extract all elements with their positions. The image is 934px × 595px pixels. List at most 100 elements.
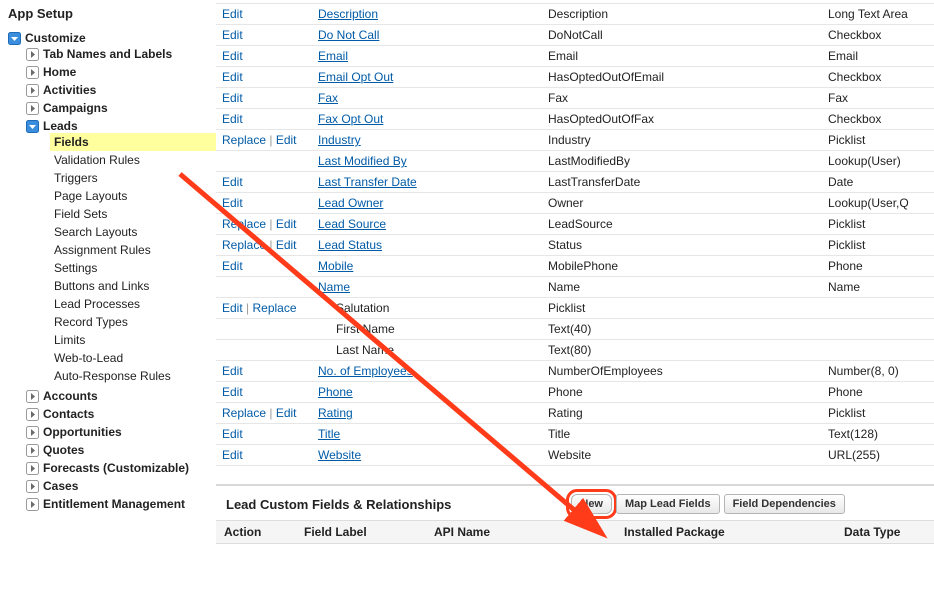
edit-link[interactable]: Edit — [276, 217, 297, 231]
data-type-cell: Lookup(User,Q — [822, 193, 934, 214]
sidebar-leaf[interactable]: Record Types — [54, 313, 216, 331]
field-label-link[interactable]: Lead Status — [318, 238, 382, 252]
collapse-toggle-icon[interactable] — [26, 120, 39, 133]
data-type-cell: Number(8, 0) — [822, 361, 934, 382]
field-dependencies-button[interactable]: Field Dependencies — [724, 494, 845, 514]
sidebar-item[interactable]: Entitlement Management — [43, 497, 185, 511]
sidebar-leaf[interactable]: Auto-Response Rules — [54, 367, 216, 385]
sidebar-leaf[interactable]: Lead Processes — [54, 295, 216, 313]
map-lead-fields-button[interactable]: Map Lead Fields — [616, 494, 720, 514]
api-name-cell: Fax — [542, 88, 822, 109]
field-label-link[interactable]: Email — [318, 49, 348, 63]
expand-toggle-icon[interactable] — [26, 390, 39, 403]
edit-link[interactable]: Edit — [222, 91, 243, 105]
sidebar-item[interactable]: Contacts — [43, 407, 94, 421]
edit-link[interactable]: Edit — [222, 301, 243, 315]
table-row: EditLast Transfer DateLastTransferDateDa… — [216, 172, 934, 193]
sidebar-leaf[interactable]: Web-to-Lead — [54, 349, 216, 367]
field-label-cell: Industry — [312, 130, 542, 151]
table-row: EditFax Opt OutHasOptedOutOfFaxCheckbox — [216, 109, 934, 130]
expand-toggle-icon[interactable] — [26, 66, 39, 79]
field-label-link[interactable]: Industry — [318, 133, 361, 147]
edit-link[interactable]: Edit — [222, 7, 243, 21]
data-type-cell — [822, 319, 934, 340]
field-label-link[interactable]: Last Transfer Date — [318, 175, 417, 189]
row-actions: Edit — [216, 256, 312, 277]
sidebar-item[interactable]: Forecasts (Customizable) — [43, 461, 189, 475]
custom-fields-header: Lead Custom Fields & Relationships New M… — [216, 484, 934, 520]
data-type-cell: Text(128) — [822, 424, 934, 445]
field-label-link[interactable]: Lead Owner — [318, 196, 383, 210]
edit-link[interactable]: Edit — [222, 196, 243, 210]
sidebar-item[interactable]: Campaigns — [43, 101, 108, 115]
api-name-cell: LeadSource — [542, 214, 822, 235]
sidebar-item[interactable]: Cases — [43, 479, 78, 493]
edit-link[interactable]: Edit — [222, 385, 243, 399]
field-label-link[interactable]: Description — [318, 7, 378, 21]
expand-toggle-icon[interactable] — [26, 462, 39, 475]
sidebar-leaf[interactable]: Settings — [54, 259, 216, 277]
field-label-link[interactable]: Title — [318, 427, 340, 441]
replace-link[interactable]: Replace — [222, 133, 266, 147]
sidebar-leaf[interactable]: Triggers — [54, 169, 216, 187]
field-label-link[interactable]: Fax — [318, 91, 338, 105]
sidebar-item[interactable]: Quotes — [43, 443, 84, 457]
expand-toggle-icon[interactable] — [26, 48, 39, 61]
field-label-cell: Rating — [312, 403, 542, 424]
edit-link[interactable]: Edit — [222, 259, 243, 273]
field-label-link[interactable]: Name — [318, 280, 350, 294]
sidebar-leaf[interactable]: Buttons and Links — [54, 277, 216, 295]
replace-link[interactable]: Replace — [222, 406, 266, 420]
sidebar-item[interactable]: Home — [43, 65, 76, 79]
expand-toggle-icon[interactable] — [8, 32, 21, 45]
sidebar-leaf[interactable]: Search Layouts — [54, 223, 216, 241]
sidebar-leaf[interactable]: Limits — [54, 331, 216, 349]
sidebar-item[interactable]: Tab Names and Labels — [43, 47, 172, 61]
sidebar-leaf[interactable]: Fields — [50, 133, 216, 151]
row-actions — [216, 319, 312, 340]
sidebar-item[interactable]: Accounts — [43, 389, 98, 403]
edit-link[interactable]: Edit — [222, 28, 243, 42]
replace-link[interactable]: Replace — [222, 238, 266, 252]
sidebar-leaf[interactable]: Field Sets — [54, 205, 216, 223]
expand-toggle-icon[interactable] — [26, 102, 39, 115]
new-button[interactable]: New — [571, 494, 612, 514]
expand-toggle-icon[interactable] — [26, 84, 39, 97]
edit-link[interactable]: Edit — [222, 427, 243, 441]
expand-toggle-icon[interactable] — [26, 408, 39, 421]
edit-link[interactable]: Edit — [276, 406, 297, 420]
field-label-link[interactable]: Email Opt Out — [318, 70, 393, 84]
replace-link[interactable]: Replace — [222, 217, 266, 231]
sidebar-leaf[interactable]: Validation Rules — [54, 151, 216, 169]
field-label-link[interactable]: Fax Opt Out — [318, 112, 383, 126]
field-label-link[interactable]: Mobile — [318, 259, 353, 273]
sidebar-leaf[interactable]: Assignment Rules — [54, 241, 216, 259]
expand-toggle-icon[interactable] — [26, 480, 39, 493]
replace-link[interactable]: Replace — [252, 301, 296, 315]
sidebar-item-customize[interactable]: Customize — [25, 31, 86, 45]
field-label-link[interactable]: Phone — [318, 385, 353, 399]
expand-toggle-icon[interactable] — [26, 444, 39, 457]
field-label-link[interactable]: Do Not Call — [318, 28, 379, 42]
api-name-cell: Title — [542, 424, 822, 445]
sidebar-item[interactable]: Leads — [43, 119, 78, 133]
expand-toggle-icon[interactable] — [26, 498, 39, 511]
field-label-link[interactable]: No. of Employees — [318, 364, 413, 378]
expand-toggle-icon[interactable] — [26, 426, 39, 439]
edit-link[interactable]: Edit — [222, 112, 243, 126]
edit-link[interactable]: Edit — [222, 364, 243, 378]
sidebar-leaf[interactable]: Page Layouts — [54, 187, 216, 205]
sidebar-item[interactable]: Activities — [43, 83, 96, 97]
edit-link[interactable]: Edit — [222, 49, 243, 63]
field-label-link[interactable]: Lead Source — [318, 217, 386, 231]
field-label-link[interactable]: Website — [318, 448, 361, 462]
sidebar-item[interactable]: Opportunities — [43, 425, 122, 439]
edit-link[interactable]: Edit — [276, 238, 297, 252]
edit-link[interactable]: Edit — [276, 133, 297, 147]
edit-link[interactable]: Edit — [222, 448, 243, 462]
field-label-link[interactable]: Rating — [318, 406, 353, 420]
edit-link[interactable]: Edit — [222, 175, 243, 189]
edit-link[interactable]: Edit — [222, 70, 243, 84]
api-name-cell: Rating — [542, 403, 822, 424]
field-label-link[interactable]: Last Modified By — [318, 154, 407, 168]
